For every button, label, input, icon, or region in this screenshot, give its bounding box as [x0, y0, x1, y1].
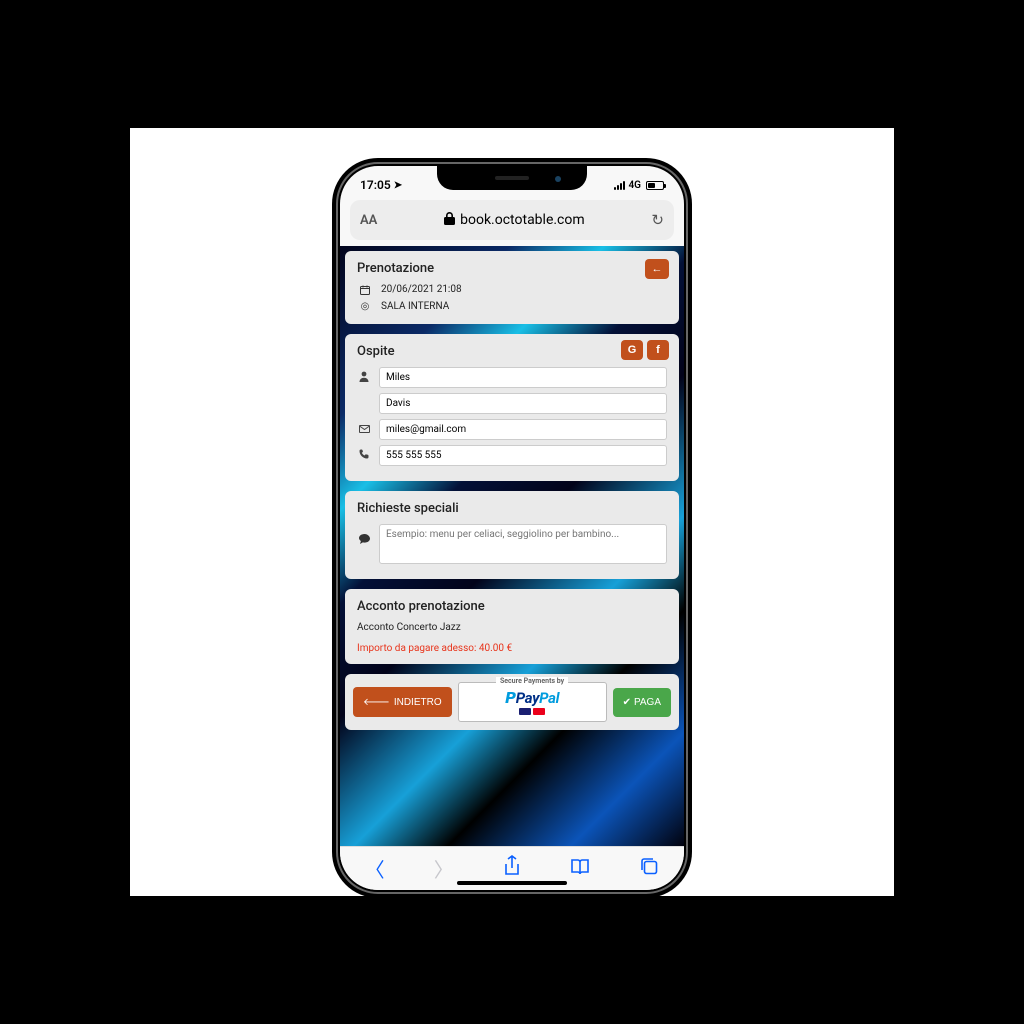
reload-icon[interactable]: ↻	[651, 211, 664, 229]
facebook-login-button[interactable]: f	[647, 340, 669, 360]
paypal-button[interactable]: Secure Payments by 𝙋PayPal	[458, 682, 607, 722]
url-text: book.octotable.com	[460, 212, 585, 228]
letterbox-right	[894, 128, 1024, 896]
phone-input[interactable]	[379, 445, 667, 466]
deposit-panel: Acconto prenotazione Acconto Concerto Ja…	[345, 589, 679, 664]
nav-forward-icon[interactable]: 〉	[434, 854, 454, 883]
deposit-title: Acconto prenotazione	[357, 599, 667, 614]
home-indicator	[457, 881, 567, 885]
text-size-button[interactable]: AA	[360, 213, 377, 228]
guest-panel: Ospite G f	[345, 334, 679, 481]
page-content: Prenotazione ← 20/06/2021 21:08 ◎ SALA I…	[340, 246, 684, 846]
arrow-left-icon: ←	[652, 263, 663, 275]
phone-notch	[437, 166, 587, 190]
pay-label: PAGA	[634, 697, 661, 708]
paypal-logo: 𝙋PayPal	[505, 689, 559, 707]
battery-icon	[646, 181, 664, 190]
secure-payments-label: Secure Payments by	[496, 677, 568, 685]
deposit-amount: Importo da pagare adesso: 40.00 €	[357, 643, 667, 654]
letterbox-left	[0, 128, 130, 896]
nav-back-icon[interactable]: 〈	[365, 854, 385, 883]
last-name-input[interactable]	[379, 393, 667, 414]
bookmarks-icon[interactable]	[570, 857, 590, 881]
status-time: 17:05	[360, 178, 391, 192]
calendar-icon	[359, 285, 371, 295]
reservation-room: SALA INTERNA	[381, 301, 449, 312]
arrow-left-icon: 🡐	[363, 696, 390, 708]
google-login-button[interactable]: G	[621, 340, 643, 360]
share-icon[interactable]	[503, 855, 521, 882]
reservation-title: Prenotazione	[357, 261, 667, 276]
reservation-back-button[interactable]: ←	[645, 259, 669, 279]
pay-button[interactable]: ✔ PAGA	[613, 688, 671, 717]
special-requests-input[interactable]	[379, 524, 667, 564]
email-input[interactable]	[379, 419, 667, 440]
tabs-icon[interactable]	[639, 856, 659, 881]
first-name-input[interactable]	[379, 367, 667, 388]
target-icon: ◎	[359, 301, 371, 312]
lock-icon	[444, 212, 455, 229]
email-icon	[357, 423, 371, 436]
letterbox-top	[0, 0, 1024, 128]
letterbox-bottom	[0, 896, 1024, 1024]
card-icons	[519, 708, 545, 715]
reservation-datetime: 20/06/2021 21:08	[381, 284, 462, 295]
reservation-panel: Prenotazione ← 20/06/2021 21:08 ◎ SALA I…	[345, 251, 679, 324]
deposit-description: Acconto Concerto Jazz	[357, 622, 667, 633]
special-requests-title: Richieste speciali	[357, 501, 667, 516]
phone-screen: 17:05 ➤ 4G AA book.octotable.com ↻ Preno…	[340, 166, 684, 890]
user-icon	[357, 371, 371, 385]
network-label: 4G	[628, 180, 641, 191]
special-requests-panel: Richieste speciali	[345, 491, 679, 579]
check-icon: ✔	[623, 697, 631, 708]
browser-address-bar[interactable]: AA book.octotable.com ↻	[350, 200, 674, 240]
phone-icon	[357, 449, 371, 462]
signal-icon	[614, 181, 625, 190]
back-label: INDIETRO	[394, 697, 442, 708]
footer-actions: 🡐 INDIETRO Secure Payments by 𝙋PayPal ✔ …	[345, 674, 679, 730]
chat-icon	[357, 534, 371, 547]
phone-frame: 17:05 ➤ 4G AA book.octotable.com ↻ Preno…	[332, 158, 692, 898]
back-button[interactable]: 🡐 INDIETRO	[353, 687, 452, 717]
location-icon: ➤	[394, 180, 402, 191]
